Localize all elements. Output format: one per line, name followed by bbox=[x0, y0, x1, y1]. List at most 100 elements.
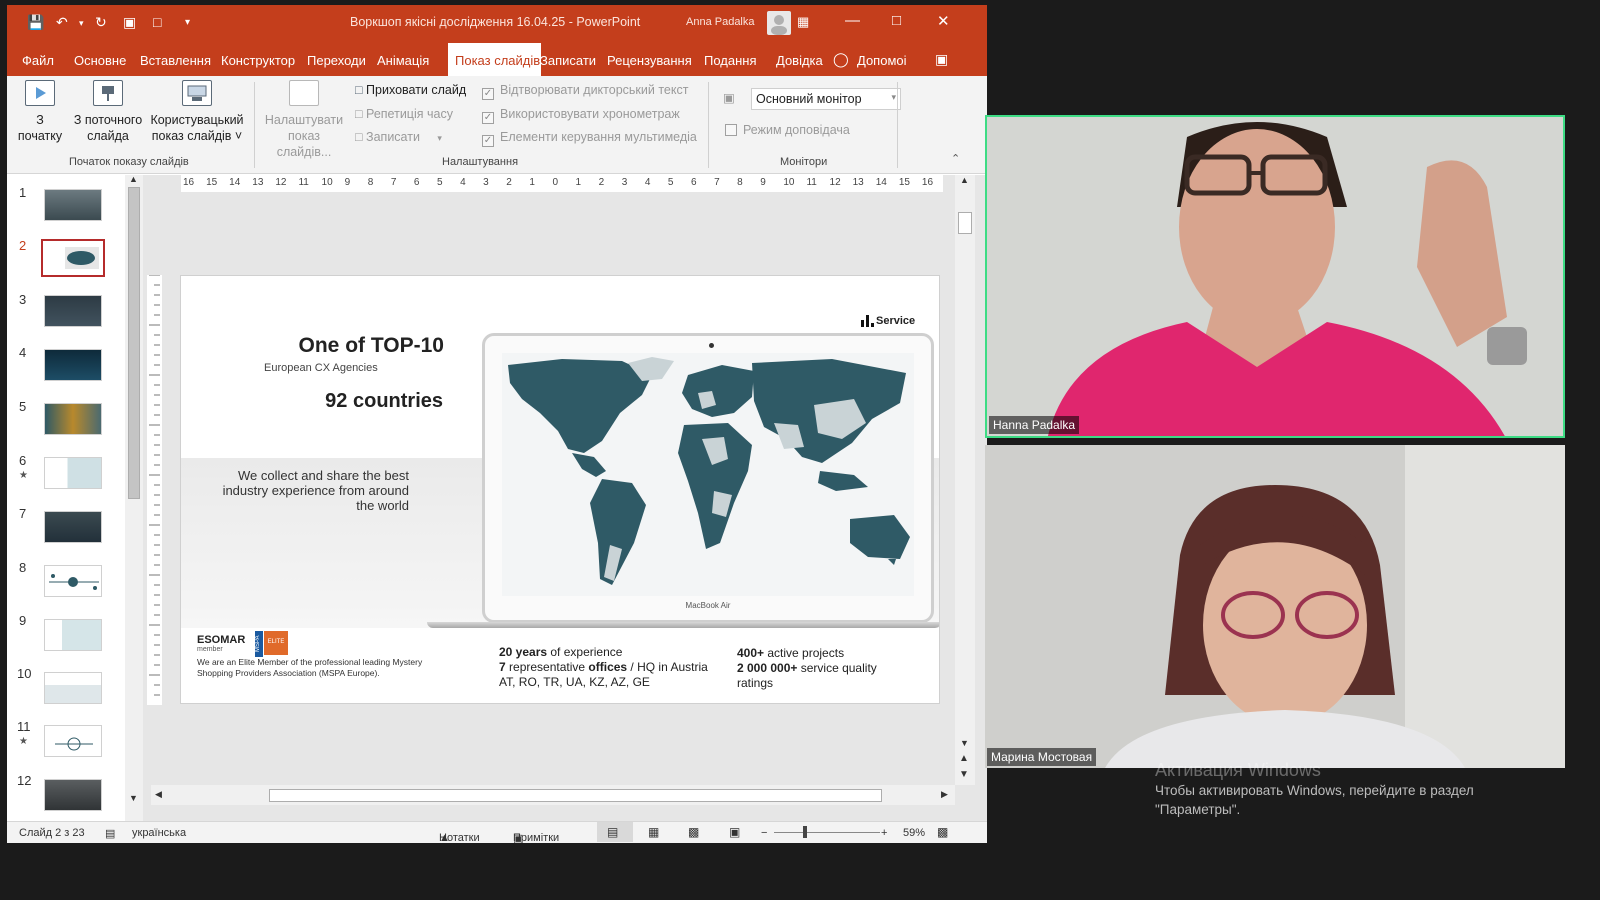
ruler-mark: 12 bbox=[275, 177, 287, 188]
zoom-in-icon[interactable]: + bbox=[881, 827, 887, 839]
ruler-mark: 15 bbox=[206, 177, 218, 188]
laptop-base bbox=[427, 622, 939, 628]
media-controls-checkbox[interactable]: ✓ Елементи керування мультимедіа bbox=[482, 130, 697, 147]
thumbnails-scrollbar[interactable]: ▲ ▼ bbox=[125, 174, 143, 825]
monitor-select[interactable]: Основний монітор ▾ bbox=[751, 88, 901, 110]
zoom-level[interactable]: 59% bbox=[903, 827, 925, 839]
scrollbar-thumb[interactable] bbox=[958, 212, 972, 234]
tab-view[interactable]: Подання bbox=[704, 53, 757, 68]
tab-home[interactable]: Основне bbox=[74, 53, 126, 68]
previous-slide-icon[interactable]: ▲ bbox=[959, 753, 969, 764]
slideshow-start-icon[interactable]: ▣ bbox=[123, 14, 136, 31]
undo-dropdown-icon[interactable]: ▾ bbox=[79, 18, 84, 29]
tab-animations[interactable]: Анімація bbox=[377, 53, 429, 68]
member-text: We are an Elite Member of the profession… bbox=[197, 657, 423, 678]
tab-review[interactable]: Рецензування bbox=[607, 53, 692, 68]
save-icon[interactable]: 💾 bbox=[27, 14, 44, 31]
play-narrations-checkbox[interactable]: ✓ Відтворювати дикторський текст bbox=[482, 83, 688, 100]
maximize-icon[interactable]: □ bbox=[892, 12, 901, 29]
hide-slide-button[interactable]: □ Приховати слайд bbox=[355, 83, 466, 97]
logo-bars-icon bbox=[861, 315, 874, 327]
reading-view-icon[interactable]: ▩ bbox=[688, 825, 699, 839]
user-name[interactable]: Anna Padalka bbox=[686, 16, 755, 28]
next-slide-icon[interactable]: ▼ bbox=[959, 769, 969, 780]
status-bar: Слайд 2 з 23 ▤ українська ▲ Нотатки ▣ Пр… bbox=[7, 821, 987, 843]
participant-name-marina: Марина Мостовая bbox=[987, 748, 1097, 766]
slide-thumbnail-3[interactable] bbox=[44, 295, 102, 327]
rehearse-timings-button[interactable]: □ Репетиція часу bbox=[355, 107, 453, 121]
slideshow-view-icon[interactable]: ▣ bbox=[729, 825, 740, 839]
accessibility-icon[interactable]: ▤ bbox=[105, 827, 115, 840]
current-slide[interactable]: One of TOP-10 European CX Agencies 92 co… bbox=[180, 275, 940, 704]
custom-slideshow-icon bbox=[182, 80, 212, 106]
customize-toolbar-icon[interactable]: ▾ bbox=[185, 17, 190, 28]
scroll-left-icon[interactable]: ◀ bbox=[155, 789, 162, 800]
stats-left: 20 years of experience 7 representative … bbox=[499, 645, 708, 689]
record-button[interactable]: □ Записати ▾ bbox=[355, 130, 442, 144]
minimize-icon[interactable]: — bbox=[845, 12, 860, 29]
slide-thumbnail-8[interactable] bbox=[44, 565, 102, 597]
thumb-number: 1 bbox=[19, 185, 27, 200]
slide-sorter-icon[interactable]: ▦ bbox=[648, 825, 659, 839]
scroll-up-icon[interactable]: ▲ bbox=[129, 174, 138, 184]
custom-slideshow-button[interactable]: Користувацький показ слайдів ˅ bbox=[147, 80, 247, 144]
slide-thumbnail-11[interactable] bbox=[44, 725, 102, 757]
group-label-setup: Налаштування bbox=[442, 156, 519, 168]
tab-help[interactable]: Довідка bbox=[776, 53, 823, 68]
presenter-view-checkbox[interactable]: Режим доповідача bbox=[725, 123, 850, 137]
redo-icon[interactable]: ↻ bbox=[95, 14, 107, 31]
video-tile-marina[interactable]: Марина Мостовая bbox=[985, 445, 1565, 768]
language-indicator[interactable]: українська bbox=[132, 827, 186, 839]
slide-thumbnail-1[interactable] bbox=[44, 189, 102, 221]
use-timings-checkbox[interactable]: ✓ Використовувати хронометраж bbox=[482, 107, 680, 124]
slide-counter: Слайд 2 з 23 bbox=[19, 827, 85, 839]
ruler-mark: 0 bbox=[552, 177, 559, 188]
editor-vertical-scrollbar[interactable]: ▲ ▼ ▲ ▼ bbox=[955, 175, 975, 785]
slide-thumbnail-2[interactable] bbox=[41, 239, 105, 277]
setup-slideshow-button[interactable]: Налаштувати показ слайдів... bbox=[259, 80, 349, 160]
scrollbar-thumb[interactable] bbox=[128, 187, 140, 499]
tab-slide-show[interactable]: Показ слайдів bbox=[448, 43, 541, 76]
slide-thumbnail-12[interactable] bbox=[44, 779, 102, 811]
slide-thumbnail-7[interactable] bbox=[44, 511, 102, 543]
video-tile-hanna[interactable]: Hanna Padalka bbox=[985, 115, 1565, 438]
slide-thumbnail-9[interactable] bbox=[44, 619, 102, 651]
tab-tell-me[interactable]: Допомоі bbox=[857, 53, 907, 68]
ribbon-display-options-icon[interactable]: ▦ bbox=[797, 14, 809, 30]
thumb-number: 8 bbox=[19, 560, 27, 575]
undo-icon[interactable]: ↶ bbox=[56, 14, 68, 31]
slide-thumbnail-5[interactable] bbox=[44, 403, 102, 435]
user-avatar[interactable] bbox=[767, 11, 791, 35]
title-bar: 💾 ↶ ▾ ↻ ▣ □ ▾ Воркшоп якісні дослідження… bbox=[7, 5, 987, 39]
collapse-ribbon-icon[interactable]: ⌃ bbox=[951, 152, 960, 165]
tab-record[interactable]: Записати bbox=[540, 53, 596, 68]
tab-transitions[interactable]: Переходи bbox=[307, 53, 366, 68]
zoom-out-icon[interactable]: − bbox=[761, 827, 767, 839]
group-separator bbox=[708, 82, 709, 168]
from-beginning-button[interactable]: З початку bbox=[15, 80, 65, 144]
tab-design[interactable]: Конструктор bbox=[221, 53, 295, 68]
fit-slide-icon[interactable]: ▩ bbox=[937, 825, 948, 839]
new-file-icon[interactable]: □ bbox=[153, 14, 161, 30]
record-dropdown-icon: ▾ bbox=[437, 133, 442, 143]
slide-tagline: We collect and share the best industry e… bbox=[222, 468, 409, 513]
ruler-mark: 9 bbox=[344, 177, 351, 188]
participant-video-marina bbox=[985, 445, 1565, 768]
lightbulb-icon[interactable]: ◯ bbox=[833, 51, 849, 68]
slide-thumbnail-10[interactable] bbox=[44, 672, 102, 704]
tab-insert[interactable]: Вставлення bbox=[140, 53, 211, 68]
scroll-up-icon[interactable]: ▲ bbox=[960, 175, 969, 185]
slide-thumbnail-4[interactable] bbox=[44, 349, 102, 381]
scroll-right-icon[interactable]: ▶ bbox=[941, 789, 948, 800]
close-icon[interactable]: ✕ bbox=[937, 12, 950, 30]
slide-thumbnail-6[interactable] bbox=[44, 457, 102, 489]
scrollbar-thumb[interactable] bbox=[269, 789, 882, 802]
scroll-down-icon[interactable]: ▼ bbox=[960, 738, 969, 748]
zoom-slider[interactable] bbox=[774, 832, 880, 833]
from-current-slide-button[interactable]: З поточного слайда bbox=[65, 80, 151, 144]
editor-horizontal-scrollbar[interactable]: ◀ ▶ bbox=[151, 785, 955, 805]
scroll-down-icon[interactable]: ▼ bbox=[129, 793, 138, 803]
comments-icon[interactable]: ▣ bbox=[935, 51, 948, 68]
zoom-slider-thumb[interactable] bbox=[803, 826, 807, 838]
tab-file[interactable]: Файл bbox=[22, 53, 54, 68]
